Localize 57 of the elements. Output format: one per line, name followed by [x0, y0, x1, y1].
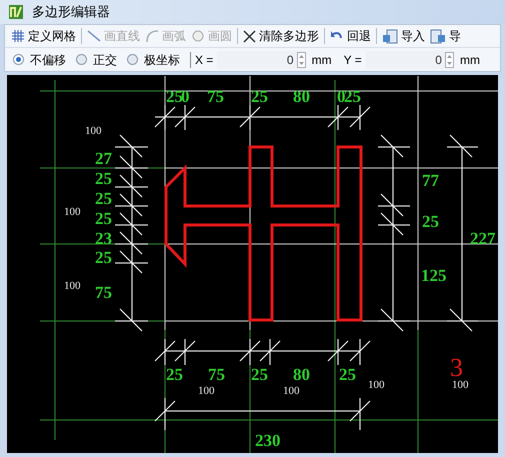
- dimension-label: 25: [95, 248, 112, 267]
- toolbar-button[interactable]: 定义网格: [9, 26, 78, 46]
- dimension-label: 25: [251, 87, 268, 106]
- dimension-label: 25: [166, 365, 183, 384]
- dimension-label: 25: [251, 365, 268, 384]
- dimension-label: 75: [95, 283, 112, 302]
- circle-icon: [191, 29, 205, 43]
- dimension-label: 23: [95, 229, 112, 248]
- unit-label: mm: [312, 52, 332, 68]
- close-icon: [243, 30, 256, 42]
- dimension-label: 227: [470, 229, 496, 248]
- dimension-label: 25: [166, 87, 183, 106]
- spinner-icon[interactable]: [296, 52, 306, 68]
- dimension-label: 230: [255, 431, 280, 450]
- grid-label: 100: [198, 385, 214, 397]
- line-icon: [87, 29, 101, 43]
- arc-icon: [145, 29, 159, 43]
- dimension-label: 25: [95, 169, 112, 188]
- dimension-label: 25: [344, 87, 361, 106]
- dimension-label: 27: [95, 149, 112, 168]
- toolbar-button[interactable]: 回退: [328, 26, 373, 46]
- window-title: 多边形编辑器: [32, 3, 110, 22]
- spinner-icon[interactable]: [444, 52, 454, 68]
- unit-label: mm: [460, 52, 480, 68]
- dimension-label: 75: [207, 87, 224, 106]
- toolbar-button[interactable]: 清除多边形: [241, 26, 321, 46]
- grid-label: 100: [452, 379, 468, 391]
- grid-label: 100: [64, 280, 80, 292]
- dimension-label: 77: [422, 171, 439, 190]
- dimension-label: 0: [181, 87, 190, 106]
- grid-icon: [11, 29, 25, 43]
- grid-label: 100: [283, 385, 300, 397]
- document-icon: [382, 28, 398, 44]
- toolbar-button[interactable]: 导: [428, 26, 463, 46]
- document-icon: [430, 28, 446, 44]
- number-field[interactable]: 0: [366, 50, 454, 68]
- radio-option[interactable]: 不偏移: [13, 50, 66, 68]
- dimension-label: 80: [293, 365, 310, 384]
- dimension-label: 25: [95, 189, 112, 208]
- app-icon: [8, 4, 24, 20]
- dimension-label: 25: [422, 212, 439, 231]
- toolbar-button[interactable]: 导入: [380, 26, 427, 46]
- field-label: Y =: [344, 52, 362, 68]
- grid-label: 100: [368, 379, 384, 391]
- grid-label: 100: [85, 125, 102, 137]
- radio-option[interactable]: 极坐标: [127, 50, 180, 68]
- dimension-label: 0: [337, 87, 346, 106]
- dimension-label: 80: [293, 87, 310, 106]
- dimension-label: 25: [95, 209, 112, 228]
- dimension-label: 125: [421, 266, 446, 285]
- marker-number: 3: [450, 353, 463, 382]
- radio-option[interactable]: 正交: [76, 50, 117, 68]
- grid-label: 100: [64, 206, 80, 218]
- field-label: X =: [194, 52, 214, 68]
- number-field[interactable]: 0: [217, 50, 306, 68]
- dimension-label: 75: [208, 365, 225, 384]
- dimension-label: 25: [339, 365, 356, 384]
